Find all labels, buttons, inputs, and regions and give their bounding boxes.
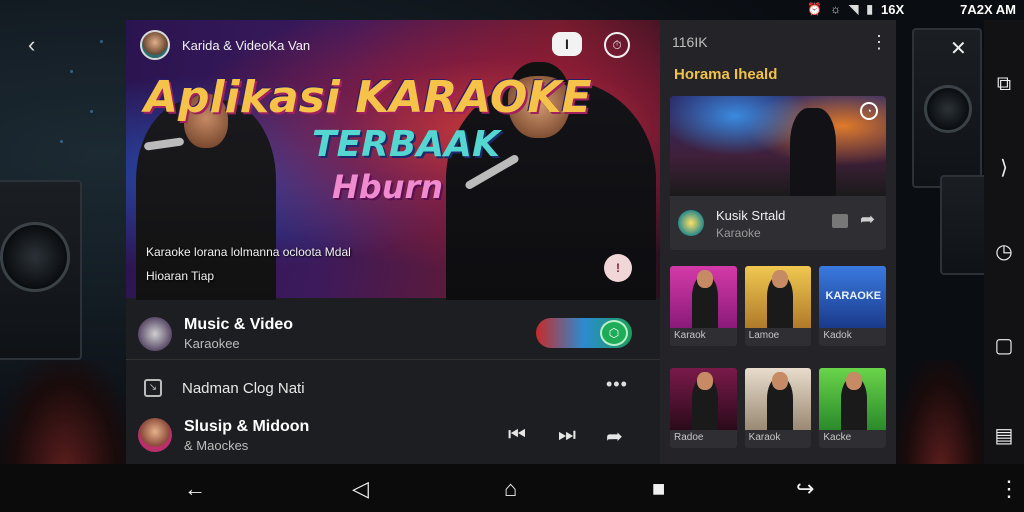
history-clock-icon[interactable]: ◷ [992, 240, 1016, 264]
share-icon[interactable]: ➦ [860, 209, 875, 230]
back-arrow-icon[interactable]: ← [184, 476, 206, 502]
back-triangle-icon[interactable]: ◁ [352, 476, 369, 502]
wifi-icon: ◥ [849, 2, 859, 16]
tile-label: Lamoe [748, 330, 780, 341]
video-tile[interactable]: Radoe [670, 368, 737, 448]
crowd-left-decoration [0, 360, 130, 470]
speaker-right-small-decoration [940, 175, 990, 275]
crowd-right-decoration [896, 360, 986, 470]
tile-label: Karaok [674, 330, 706, 341]
tile-label: Kacke [823, 432, 852, 443]
hero-description-line1: Karaoke lorana lolmanna ocloota Mdal [146, 245, 351, 259]
more-dots-icon[interactable]: ••• [606, 374, 628, 395]
tile-label: Radoe [674, 432, 704, 443]
clock-icon: ◔ [860, 102, 878, 120]
hero-tagline: Hburn [332, 168, 444, 206]
back-chevron-icon[interactable]: ‹ [28, 32, 35, 58]
timer-icon[interactable]: ⏱ [604, 32, 630, 58]
avatar[interactable] [140, 30, 170, 60]
kebab-menu-icon[interactable]: ⋮ [870, 32, 888, 53]
vibrate-icon: ☼ [830, 2, 842, 16]
overflow-menu-icon[interactable]: ⋮ [998, 476, 1020, 502]
skip-next-icon[interactable]: ⏭ [558, 424, 576, 447]
side-header: 116IK [672, 34, 708, 50]
right-toolbar: ⧉ ⟩ ◷ ▢ ▤ [984, 20, 1024, 464]
featured-title: Kusik Srtald [716, 208, 786, 223]
forward-icon[interactable]: ⟩ [992, 156, 1016, 180]
reply-icon[interactable]: ↪ [796, 476, 814, 502]
now-playing-subtitle: Karaokee [184, 336, 240, 351]
tile-thumbnail [744, 266, 812, 328]
side-panel: 116IK ⋮ Horama Iheald ◔ Kusik Srtald Kar… [660, 20, 896, 464]
battery-icon: ▮ [866, 2, 873, 16]
track-avatar [138, 418, 172, 452]
featured-subtitle: Karaoke [716, 226, 761, 240]
share-icon[interactable]: ➦ [606, 424, 623, 449]
tile-thumbnail [670, 368, 737, 430]
tile-thumbnail [819, 368, 887, 430]
video-grid-row2: Radoe Karaok Kacke [670, 368, 887, 448]
featured-card[interactable]: ◔ Kusik Srtald Karaoke ➦ [670, 96, 886, 250]
speaker-left-decoration [0, 180, 82, 360]
hero-headline: Aplikasi KARAOKE [144, 72, 592, 123]
video-tile[interactable]: Lamoe [744, 266, 812, 346]
close-icon[interactable]: ✕ [950, 36, 967, 61]
music-app-icon [138, 316, 172, 351]
expand-icon: ↘ [144, 379, 162, 397]
featured-avatar [678, 210, 704, 236]
recents-icon[interactable]: ■ [652, 476, 665, 502]
main-panel: Karida & VideoKa Van I ⏱ Aplikasi KARAOK… [126, 20, 660, 464]
queue-label: Nadman Clog Nati [182, 379, 305, 397]
video-tile[interactable]: Kacke [819, 368, 887, 448]
info-pill-button[interactable]: I [552, 32, 582, 56]
hero-subheadline: TERBAAK [312, 124, 500, 165]
video-grid-row1: Karaok Lamoe KARAOKE Kadok [670, 266, 887, 346]
track-title: Slusip & Midoon [184, 417, 310, 435]
hero-title: Karida & VideoKa Van [182, 37, 311, 53]
save-icon[interactable] [832, 214, 848, 228]
video-tile[interactable]: Karaok [744, 368, 812, 448]
bookmark-icon[interactable]: ▢ [992, 334, 1016, 358]
status-bar: ⏰ ☼ ◥ ▮ 16X 7A2X AM [660, 0, 1024, 18]
stage-light [100, 40, 103, 43]
tile-label: Kadok [823, 330, 852, 341]
video-tile[interactable]: Karaok [670, 266, 737, 346]
section-title: Horama Iheald [674, 66, 778, 83]
toggle-knob-icon[interactable]: ⬡ [600, 320, 628, 346]
now-playing-row[interactable]: Music & Video Karaokee ⬡ [126, 308, 660, 360]
clock-time: 7A2X AM [960, 1, 1016, 17]
track-subtitle: & Maockes [184, 437, 249, 453]
alarm-icon: ⏰ [807, 2, 823, 16]
tile-thumbnail [744, 368, 812, 430]
alert-badge[interactable]: ! [604, 254, 632, 282]
tile-thumbnail [670, 266, 737, 328]
hero-header: Karida & VideoKa Van [140, 30, 310, 60]
queue-row[interactable]: ↘ Nadman Clog Nati ••• [126, 370, 660, 406]
home-icon[interactable]: ⌂ [504, 476, 517, 502]
hero-description: Karaoke lorana lolmanna ocloota Mdal Hio… [146, 240, 446, 288]
system-nav-bar: ← ◁ ⌂ ■ ↪ ⋮ [0, 464, 1024, 512]
stage-light [60, 140, 63, 143]
track-row[interactable]: Slusip & Midoon & Maockes ⏮ ⏭ ➦ [126, 410, 660, 460]
hero-banner[interactable]: Karida & VideoKa Van I ⏱ Aplikasi KARAOK… [126, 20, 660, 300]
hero-description-line2: Hioaran Tiap [146, 269, 215, 283]
skip-back-icon[interactable]: ⏮ [508, 424, 526, 447]
video-tile[interactable]: KARAOKE Kadok [819, 266, 887, 346]
now-playing-title: Music & Video [184, 316, 294, 333]
tile-karaoke-word: KARAOKE [825, 290, 882, 302]
picture-in-picture-icon[interactable]: ⧉ [992, 72, 1016, 96]
stage-light [70, 70, 73, 73]
tile-label: Karaok [748, 432, 781, 443]
featured-image [670, 96, 886, 196]
tile-thumbnail: KARAOKE [819, 266, 887, 328]
caption-icon[interactable]: ▤ [992, 424, 1016, 448]
app-root: ⏰ ☼ ◥ ▮ 16X 7A2X AM ‹ Karida & VideoKa V… [0, 0, 1024, 512]
battery-level: 16X [880, 1, 905, 17]
stage-light [90, 110, 93, 113]
speaker-right-decoration [912, 28, 982, 188]
